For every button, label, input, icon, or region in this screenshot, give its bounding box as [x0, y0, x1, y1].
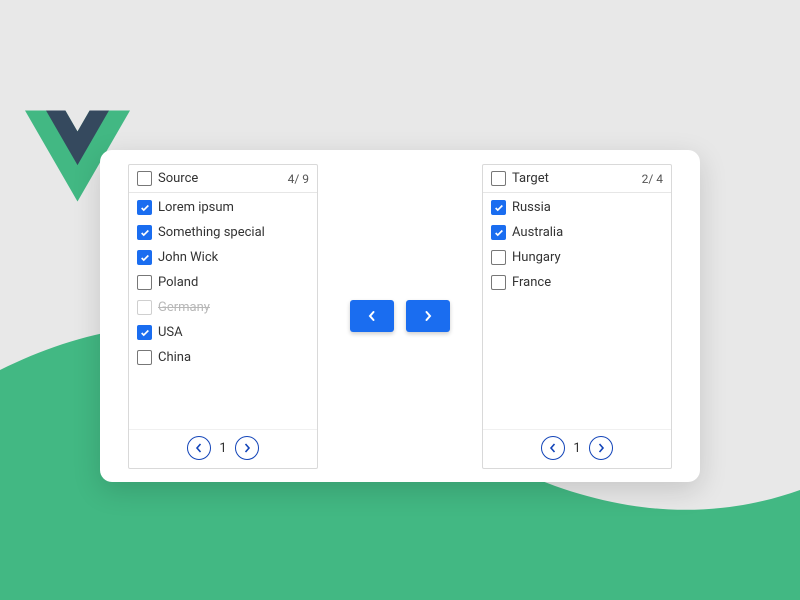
checkbox-icon[interactable]	[491, 250, 506, 265]
target-next-button[interactable]	[589, 436, 613, 460]
target-title: Target	[512, 171, 549, 186]
chevron-right-icon	[597, 443, 605, 453]
list-item[interactable]: USA	[129, 320, 317, 345]
checkbox-icon	[137, 300, 152, 315]
item-label: Something special	[158, 225, 265, 240]
item-label: John Wick	[158, 250, 218, 265]
list-item[interactable]: Lorem ipsum	[129, 195, 317, 220]
target-page-number: 1	[573, 441, 580, 456]
source-header: Source 4/ 9	[129, 165, 317, 193]
target-header: Target 2/ 4	[483, 165, 671, 193]
target-count: 2/ 4	[642, 172, 663, 186]
checkbox-icon[interactable]	[137, 250, 152, 265]
source-count: 4/ 9	[288, 172, 309, 186]
list-item[interactable]: Australia	[483, 220, 671, 245]
source-prev-button[interactable]	[187, 436, 211, 460]
item-label: Germany	[158, 300, 210, 315]
source-pager: 1	[129, 429, 317, 468]
chevron-right-icon	[243, 443, 251, 453]
checkbox-icon[interactable]	[137, 275, 152, 290]
list-item[interactable]: Poland	[129, 270, 317, 295]
list-item[interactable]: China	[129, 345, 317, 370]
item-label: Poland	[158, 275, 198, 290]
source-next-button[interactable]	[235, 436, 259, 460]
list-item[interactable]: John Wick	[129, 245, 317, 270]
source-list: Lorem ipsum Something special John Wick Pol…	[129, 193, 317, 429]
target-prev-button[interactable]	[541, 436, 565, 460]
item-label: Russia	[512, 200, 551, 215]
source-select-all-checkbox[interactable]	[137, 171, 152, 186]
chevron-left-icon	[367, 310, 377, 322]
list-item[interactable]: Something special	[129, 220, 317, 245]
source-title: Source	[158, 171, 198, 186]
transfer-buttons	[350, 300, 450, 332]
list-item[interactable]: Russia	[483, 195, 671, 220]
checkbox-icon[interactable]	[137, 350, 152, 365]
source-page-number: 1	[219, 441, 226, 456]
list-item[interactable]: Hungary	[483, 245, 671, 270]
move-right-button[interactable]	[406, 300, 450, 332]
chevron-right-icon	[423, 310, 433, 322]
item-label: Hungary	[512, 250, 561, 265]
checkbox-icon[interactable]	[491, 200, 506, 215]
target-list: Russia Australia Hungary France	[483, 193, 671, 429]
target-select-all-checkbox[interactable]	[491, 171, 506, 186]
target-pager: 1	[483, 429, 671, 468]
checkbox-icon[interactable]	[137, 200, 152, 215]
target-panel: Target 2/ 4 Russia Australia Hungary France…	[482, 164, 672, 469]
item-label: Australia	[512, 225, 563, 240]
item-label: USA	[158, 325, 183, 340]
checkbox-icon[interactable]	[137, 325, 152, 340]
list-item[interactable]: France	[483, 270, 671, 295]
chevron-left-icon	[549, 443, 557, 453]
checkbox-icon[interactable]	[491, 225, 506, 240]
list-item: Germany	[129, 295, 317, 320]
item-label: France	[512, 275, 551, 290]
checkbox-icon[interactable]	[491, 275, 506, 290]
move-left-button[interactable]	[350, 300, 394, 332]
source-panel: Source 4/ 9 Lorem ipsum Something special…	[128, 164, 318, 469]
item-label: Lorem ipsum	[158, 200, 234, 215]
transfer-card: Source 4/ 9 Lorem ipsum Something special…	[100, 150, 700, 482]
chevron-left-icon	[195, 443, 203, 453]
item-label: China	[158, 350, 191, 365]
checkbox-icon[interactable]	[137, 225, 152, 240]
